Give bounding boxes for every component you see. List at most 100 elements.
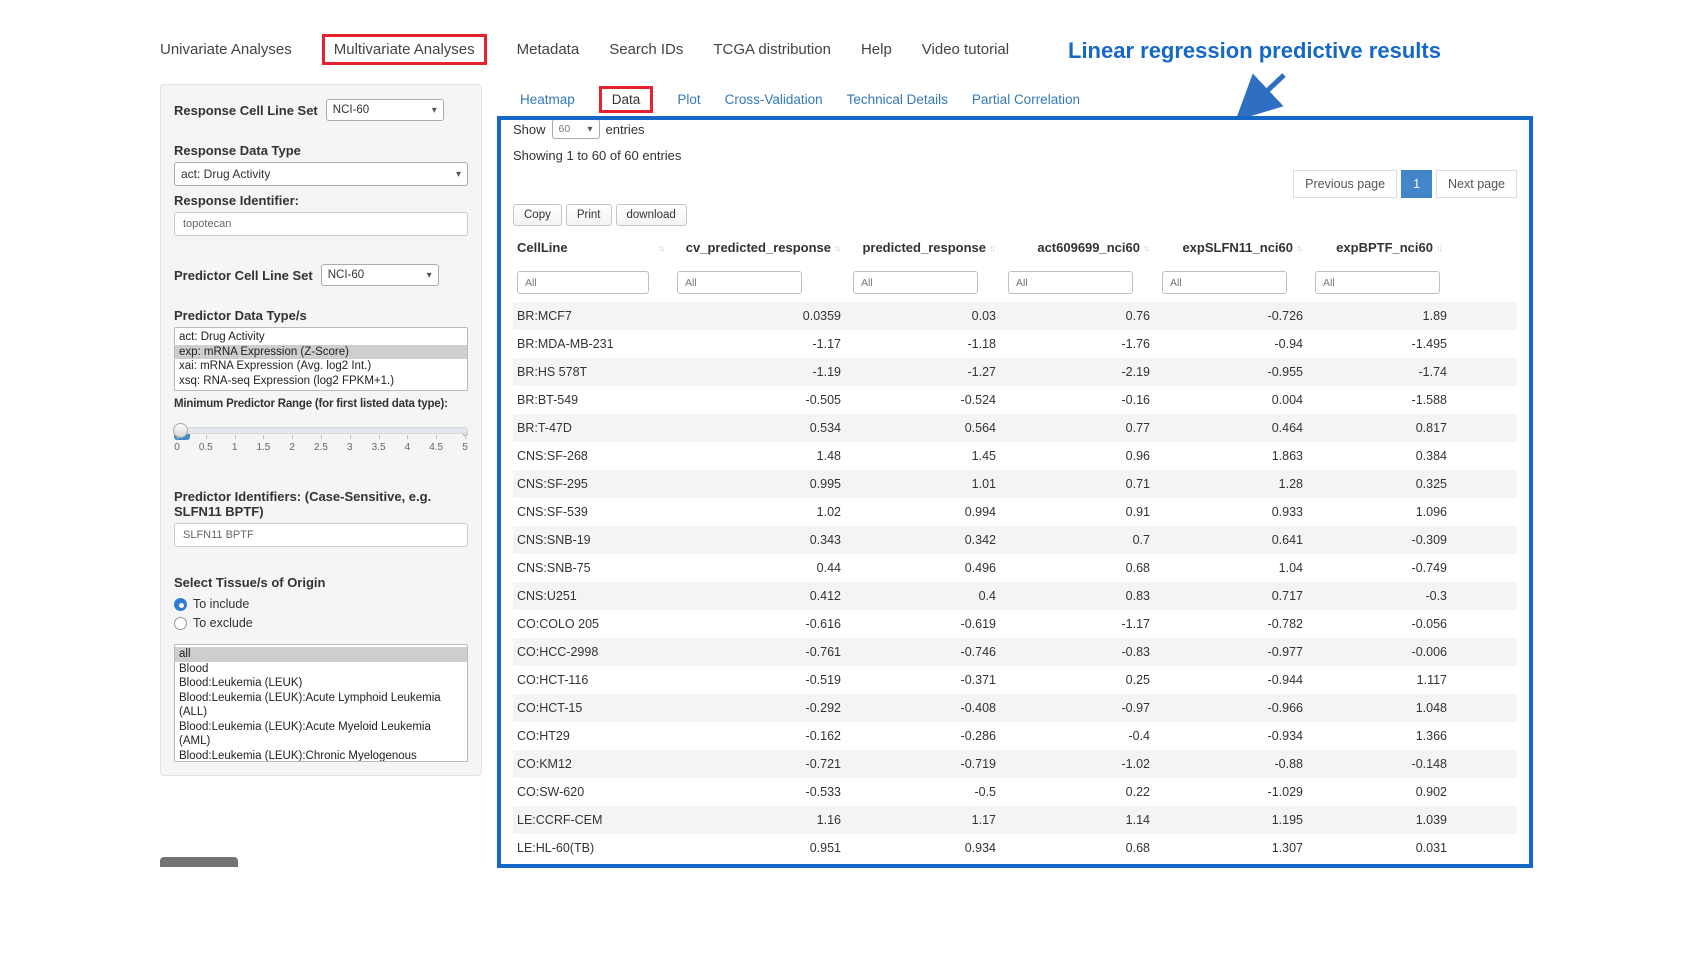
cell-value: 1.89 bbox=[1311, 302, 1517, 330]
nav-item-help[interactable]: Help bbox=[861, 41, 892, 58]
cell-value: 1.117 bbox=[1311, 666, 1517, 694]
predictor-cell-line-set-select[interactable]: NCI-60 ▾ bbox=[321, 264, 439, 286]
table-row: CNS:SF-2681.481.450.961.8630.384 bbox=[513, 442, 1517, 470]
table-row: CNS:U2510.4120.40.830.717-0.3 bbox=[513, 582, 1517, 610]
table-row: CO:HCC-2998-0.761-0.746-0.83-0.977-0.006 bbox=[513, 638, 1517, 666]
response-cell-line-set-select[interactable]: NCI-60 ▾ bbox=[326, 99, 444, 121]
option-xai-mrna-expression-avg-log2-int[interactable]: xai: mRNA Expression (Avg. log2 Int.) bbox=[175, 359, 467, 374]
response-data-type-select[interactable]: act: Drug Activity ▾ bbox=[174, 162, 468, 186]
tab-technical-details[interactable]: Technical Details bbox=[847, 92, 948, 107]
tissue-listbox[interactable]: allBloodBlood:Leukemia (LEUK)Blood:Leuke… bbox=[174, 644, 468, 762]
option-all[interactable]: all bbox=[175, 647, 467, 662]
cell-value: -0.519 bbox=[673, 666, 849, 694]
show-entries-select[interactable]: 60 ▾ bbox=[552, 119, 600, 139]
cell-value: 0.995 bbox=[673, 470, 849, 498]
tab-data[interactable]: Data bbox=[599, 86, 654, 113]
cell-value: -1.02 bbox=[1004, 750, 1158, 778]
cell-value: -0.408 bbox=[849, 694, 1004, 722]
nav-item-tcga-distribution[interactable]: TCGA distribution bbox=[713, 41, 831, 58]
cell-value: 0.25 bbox=[1004, 666, 1158, 694]
filter-input-cellline[interactable] bbox=[517, 271, 649, 294]
cell-value: 1.02 bbox=[673, 498, 849, 526]
response-identifier-label: Response Identifier: bbox=[174, 193, 468, 208]
tab-heatmap[interactable]: Heatmap bbox=[520, 92, 575, 107]
table-header-row: CellLine↑↓cv_predicted_response↑↓predict… bbox=[513, 232, 1517, 263]
column-header-cellline[interactable]: CellLine↑↓ bbox=[513, 232, 673, 263]
radio-to-exclude[interactable]: To exclude bbox=[174, 616, 468, 630]
sort-icon: ↑↓ bbox=[658, 243, 665, 253]
sidebar-form: Response Cell Line Set NCI-60 ▾ Response… bbox=[160, 84, 482, 776]
cell-value: 0.83 bbox=[1004, 582, 1158, 610]
cell-value: -0.761 bbox=[673, 638, 849, 666]
copy-button[interactable]: Copy bbox=[513, 204, 562, 226]
cell-value: 1.04 bbox=[1158, 554, 1311, 582]
slider-handle[interactable] bbox=[173, 423, 188, 438]
radio-to-include[interactable]: To include bbox=[174, 597, 468, 611]
tab-plot[interactable]: Plot bbox=[677, 92, 700, 107]
cell-value: 0.68 bbox=[1004, 554, 1158, 582]
cell-value: 0.44 bbox=[673, 554, 849, 582]
cell-value: -0.5 bbox=[849, 778, 1004, 806]
column-header-expslfn11-nci60[interactable]: expSLFN11_nci60↑↓ bbox=[1158, 232, 1311, 263]
download-button[interactable]: download bbox=[616, 204, 687, 226]
cell-value: 1.16 bbox=[673, 806, 849, 834]
filter-input-cv-predicted-response[interactable] bbox=[677, 271, 802, 294]
cell-value: 0.325 bbox=[1311, 470, 1517, 498]
column-header-act609699-nci60[interactable]: act609699_nci60↑↓ bbox=[1004, 232, 1158, 263]
cell-value: -0.616 bbox=[673, 610, 849, 638]
min-range-slider[interactable]: 0 5 00.511.522.533.544.55 bbox=[174, 427, 468, 475]
nav-item-search-ids[interactable]: Search IDs bbox=[609, 41, 683, 58]
cell-value: -1.17 bbox=[1004, 610, 1158, 638]
cell-value: -0.97 bbox=[1004, 694, 1158, 722]
filter-input-act609699-nci60[interactable] bbox=[1008, 271, 1133, 294]
pagination: Previous page 1 Next page bbox=[513, 170, 1517, 198]
next-page-button[interactable]: Next page bbox=[1436, 170, 1517, 198]
table-row: CO:HCT-15-0.292-0.408-0.97-0.9661.048 bbox=[513, 694, 1517, 722]
option-blood-leukemia-leuk-chronic-myelogenous-leukemia-cml[interactable]: Blood:Leukemia (LEUK):Chronic Myelogenou… bbox=[175, 749, 467, 763]
slider-track[interactable] bbox=[174, 427, 468, 434]
cell-value: -0.3 bbox=[1311, 582, 1517, 610]
response-data-type-label: Response Data Type bbox=[174, 143, 468, 158]
nav-item-univariate-analyses[interactable]: Univariate Analyses bbox=[160, 41, 292, 58]
page-number-button[interactable]: 1 bbox=[1401, 170, 1432, 198]
nav-item-metadata[interactable]: Metadata bbox=[517, 41, 580, 58]
cell-value: 0.717 bbox=[1158, 582, 1311, 610]
filter-input-predicted-response[interactable] bbox=[853, 271, 978, 294]
min-predictor-range-label: Minimum Predictor Range (for first liste… bbox=[174, 398, 468, 410]
option-act-drug-activity[interactable]: act: Drug Activity bbox=[175, 330, 467, 345]
column-header-cv-predicted-response[interactable]: cv_predicted_response↑↓ bbox=[673, 232, 849, 263]
nav-item-video-tutorial[interactable]: Video tutorial bbox=[922, 41, 1009, 58]
cell-value: -0.309 bbox=[1311, 526, 1517, 554]
showing-entries-text: Showing 1 to 60 of 60 entries bbox=[513, 148, 1517, 163]
previous-page-button[interactable]: Previous page bbox=[1293, 170, 1397, 198]
cell-value: 0.564 bbox=[849, 414, 1004, 442]
cell-value: -1.19 bbox=[673, 358, 849, 386]
table-row: CO:COLO 205-0.616-0.619-1.17-0.782-0.056 bbox=[513, 610, 1517, 638]
sort-icon: ↑↓ bbox=[989, 243, 996, 253]
predictor-identifiers-input[interactable] bbox=[174, 523, 468, 547]
column-header-expbptf-nci60[interactable]: expBPTF_nci60↑↓ bbox=[1311, 232, 1517, 263]
cell-value: -0.746 bbox=[849, 638, 1004, 666]
filter-input-expbptf-nci60[interactable] bbox=[1315, 271, 1440, 294]
cell-line-name: CO:KM12 bbox=[513, 750, 673, 778]
predictor-data-type-listbox[interactable]: act: Drug Activityexp: mRNA Expression (… bbox=[174, 327, 468, 391]
predictor-data-types-label: Predictor Data Type/s bbox=[174, 308, 468, 323]
tab-cross-validation[interactable]: Cross-Validation bbox=[725, 92, 823, 107]
print-button[interactable]: Print bbox=[566, 204, 612, 226]
results-table: CellLine↑↓cv_predicted_response↑↓predict… bbox=[513, 232, 1517, 862]
option-blood-leukemia-leuk-acute-lymphoid-leukemia-all[interactable]: Blood:Leukemia (LEUK):Acute Lymphoid Leu… bbox=[175, 691, 467, 720]
option-blood[interactable]: Blood bbox=[175, 662, 467, 677]
cell-value: -1.495 bbox=[1311, 330, 1517, 358]
nav-item-multivariate-analyses[interactable]: Multivariate Analyses bbox=[322, 34, 487, 65]
option-blood-leukemia-leuk[interactable]: Blood:Leukemia (LEUK) bbox=[175, 676, 467, 691]
tab-partial-correlation[interactable]: Partial Correlation bbox=[972, 92, 1080, 107]
cell-value: 0.496 bbox=[849, 554, 1004, 582]
column-header-predicted-response[interactable]: predicted_response↑↓ bbox=[849, 232, 1004, 263]
option-exp-mrna-expression-z-score[interactable]: exp: mRNA Expression (Z-Score) bbox=[175, 345, 467, 360]
option-xsq-rna-seq-expression-log2-fpkm-1[interactable]: xsq: RNA-seq Expression (log2 FPKM+1.) bbox=[175, 374, 467, 389]
cell-line-name: LE:CCRF-CEM bbox=[513, 806, 673, 834]
option-blood-leukemia-leuk-acute-myeloid-leukemia-aml[interactable]: Blood:Leukemia (LEUK):Acute Myeloid Leuk… bbox=[175, 720, 467, 749]
cell-value: -0.977 bbox=[1158, 638, 1311, 666]
response-identifier-input[interactable] bbox=[174, 212, 468, 236]
filter-input-expslfn11-nci60[interactable] bbox=[1162, 271, 1287, 294]
